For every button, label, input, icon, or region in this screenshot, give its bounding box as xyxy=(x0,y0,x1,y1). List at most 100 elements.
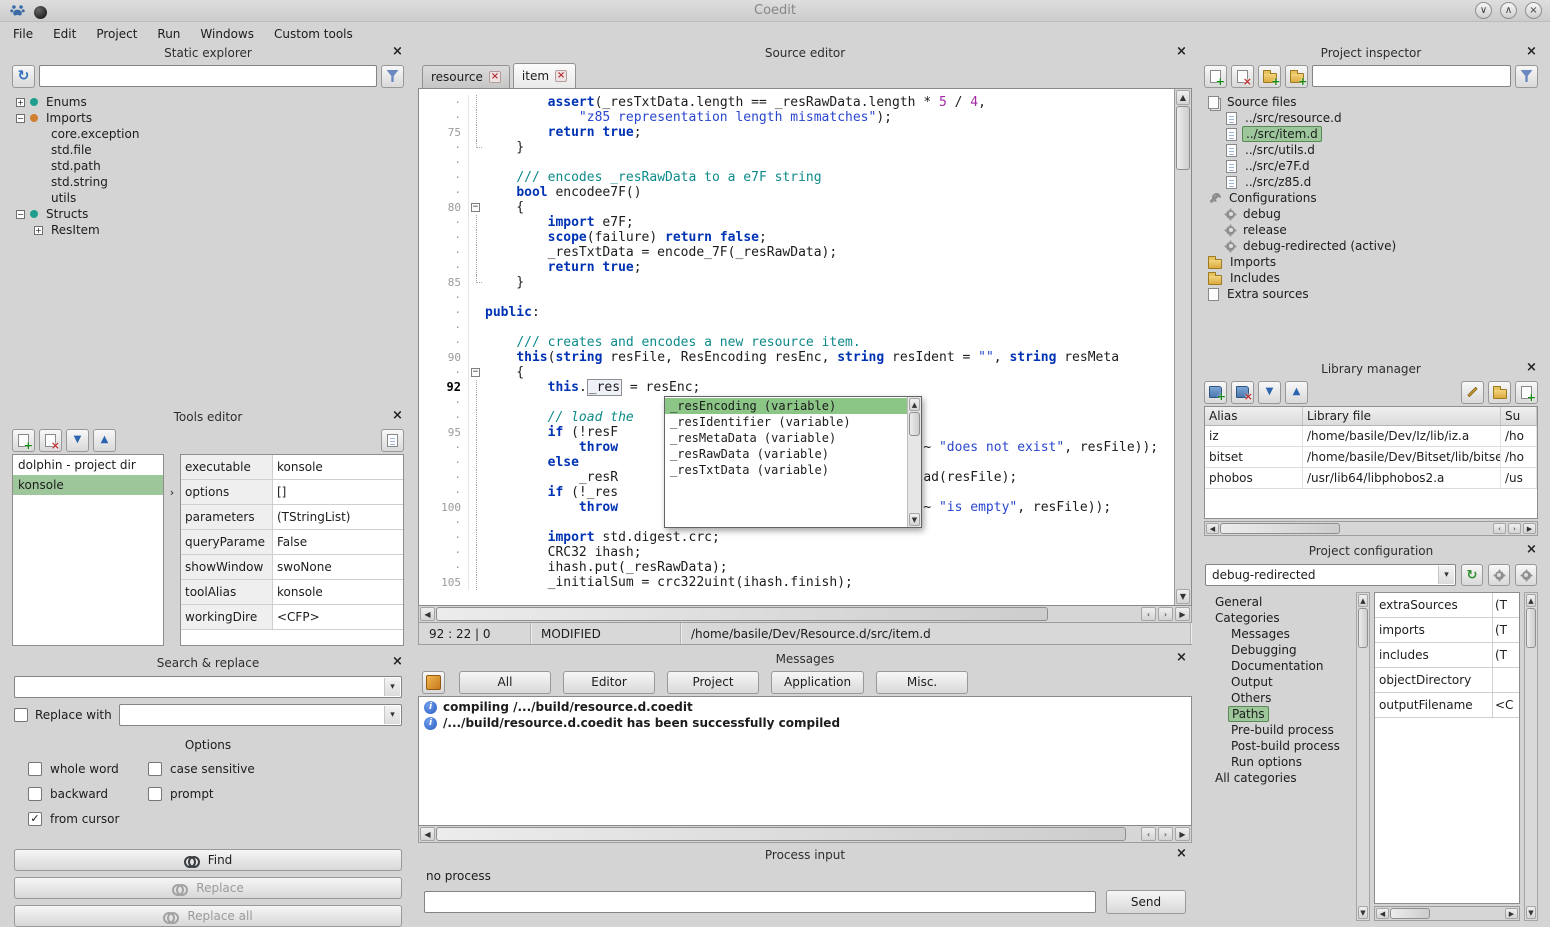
scroll-right-icon[interactable]: ▶ xyxy=(1175,827,1190,841)
config-category-row[interactable]: All categories xyxy=(1206,770,1352,786)
search-option-case-sensitive[interactable]: case sensitive xyxy=(148,762,402,776)
close-panel-icon[interactable]: × xyxy=(390,409,405,424)
menu-item-windows[interactable]: Windows xyxy=(191,24,263,44)
messages-horizontal-scrollbar[interactable]: ◀ ‹ › ▶ xyxy=(418,826,1192,843)
code-line[interactable]: · import e7F; xyxy=(419,215,1174,230)
config-category-row[interactable]: Pre-build process xyxy=(1206,722,1352,738)
maximize-button[interactable]: ∧ xyxy=(1500,2,1517,19)
add-folder-button[interactable] xyxy=(1258,65,1281,88)
code-line[interactable]: · } xyxy=(419,140,1174,155)
library-horizontal-scrollbar[interactable]: ◀ ‹ › ▶ xyxy=(1204,521,1538,536)
property-row[interactable]: options[] xyxy=(181,480,403,505)
code-line[interactable]: · xyxy=(419,290,1174,305)
fold-collapse-icon[interactable]: − xyxy=(471,368,480,377)
nudge-left-icon[interactable]: ‹ xyxy=(1141,607,1156,621)
inspector-tree-row[interactable]: ../src/resource.d xyxy=(1200,110,1542,126)
fold-collapse-icon[interactable]: − xyxy=(471,203,480,212)
inspector-tree-row[interactable]: ../src/z85.d xyxy=(1200,174,1542,190)
config-category-row[interactable]: Messages xyxy=(1206,626,1352,642)
property-value[interactable]: False xyxy=(273,530,403,554)
close-panel-icon[interactable]: × xyxy=(1174,847,1189,862)
property-row[interactable]: parameters(TStringList) xyxy=(181,505,403,530)
nudge-right-icon[interactable]: › xyxy=(1508,523,1521,534)
messages-filter-all[interactable]: All xyxy=(459,671,551,694)
scrollbar-thumb[interactable] xyxy=(436,827,1126,841)
config-category-row[interactable]: Debugging xyxy=(1206,642,1352,658)
scroll-left-icon[interactable]: ◀ xyxy=(420,827,435,841)
code-line[interactable]: 90 this(string resFile, ResEncoding resE… xyxy=(419,350,1174,365)
editor-viewport[interactable]: · assert(_resTxtData.length == _resRawDa… xyxy=(418,88,1192,606)
menu-item-edit[interactable]: Edit xyxy=(44,24,85,44)
code-line[interactable]: · xyxy=(419,155,1174,170)
inspector-filter-input[interactable] xyxy=(1312,65,1511,87)
code-line[interactable]: ·public: xyxy=(419,305,1174,320)
code-line[interactable]: · bool encodee7F() xyxy=(419,185,1174,200)
send-button[interactable]: Send xyxy=(1106,890,1186,914)
checkbox-icon[interactable] xyxy=(28,762,42,776)
scrollbar-thumb[interactable] xyxy=(909,412,920,436)
explorer-tree-row[interactable]: std.string xyxy=(8,174,408,190)
messages-filter-project[interactable]: Project xyxy=(667,671,759,694)
replace-button[interactable]: Replace xyxy=(14,877,402,899)
tree-expander-icon[interactable]: + xyxy=(34,226,43,235)
completion-item[interactable]: _resMetaData (variable) xyxy=(665,430,907,446)
checkbox-icon[interactable]: ✓ xyxy=(28,812,42,826)
library-row[interactable]: iz/home/basile/Dev/Iz/lib/iz.a/ho xyxy=(1205,426,1537,447)
explorer-tree-row[interactable]: +ResItem xyxy=(8,222,408,238)
close-panel-icon[interactable]: × xyxy=(1174,45,1189,60)
library-row[interactable]: phobos/usr/lib64/libphobos2.a/us xyxy=(1205,468,1537,489)
editor-horizontal-scrollbar[interactable]: ◀ ‹ › ▶ xyxy=(418,606,1192,623)
code-line[interactable]: · return true; xyxy=(419,260,1174,275)
explorer-tree-row[interactable]: −Imports xyxy=(8,110,408,126)
explorer-tree-row[interactable]: std.path xyxy=(8,158,408,174)
clear-messages-button[interactable] xyxy=(422,671,445,694)
config-property-row[interactable]: includes(T xyxy=(1375,643,1519,668)
add-source-button[interactable] xyxy=(1204,65,1227,88)
scroll-up-icon[interactable]: ▲ xyxy=(1358,594,1368,607)
config-property-row[interactable]: objectDirectory xyxy=(1375,668,1519,693)
explorer-tree-row[interactable]: −Structs xyxy=(8,206,408,222)
code-line[interactable]: 85 } xyxy=(419,275,1174,290)
config-category-row[interactable]: Run options xyxy=(1206,754,1352,770)
window-menu-button[interactable] xyxy=(34,6,47,19)
property-value[interactable]: (T xyxy=(1493,643,1519,667)
property-row[interactable]: executablekonsole xyxy=(181,455,403,480)
close-panel-icon[interactable]: × xyxy=(1524,361,1539,376)
scroll-left-icon[interactable]: ◀ xyxy=(1206,523,1219,534)
sync-configurations-button[interactable]: ↻ xyxy=(1461,564,1483,586)
nudge-left-icon[interactable]: ‹ xyxy=(1493,523,1506,534)
tree-expander-icon[interactable]: − xyxy=(16,210,25,219)
nudge-right-icon[interactable]: › xyxy=(1158,827,1173,841)
code-line[interactable]: · import std.digest.crc; xyxy=(419,530,1174,545)
property-value[interactable]: (TStringList) xyxy=(273,505,403,529)
property-value[interactable]: konsole xyxy=(273,455,403,479)
code-line[interactable]: · xyxy=(419,320,1174,335)
code-line[interactable]: · assert(_resTxtData.length == _resRawDa… xyxy=(419,95,1174,110)
inspector-tree-row[interactable]: Extra sources xyxy=(1200,286,1542,302)
remove-tool-button[interactable] xyxy=(39,429,62,452)
property-value[interactable]: konsole xyxy=(273,580,403,604)
inspector-tree-row[interactable]: debug-redirected (active) xyxy=(1200,238,1542,254)
property-value[interactable]: (T xyxy=(1493,593,1519,617)
property-value[interactable]: swoNone xyxy=(273,555,403,579)
filter-button[interactable] xyxy=(381,65,404,88)
property-value[interactable]: <C xyxy=(1493,693,1519,717)
close-tab-icon[interactable]: × xyxy=(555,70,567,82)
config-category-row[interactable]: Output xyxy=(1206,674,1352,690)
checkbox-icon[interactable] xyxy=(148,787,162,801)
tree-expander-icon[interactable]: − xyxy=(16,114,25,123)
filter-button[interactable] xyxy=(1515,65,1538,88)
close-panel-icon[interactable]: × xyxy=(1524,543,1539,558)
library-column-header[interactable]: Alias xyxy=(1205,407,1303,425)
nudge-left-icon[interactable]: ‹ xyxy=(1141,827,1156,841)
close-panel-icon[interactable]: × xyxy=(1524,45,1539,60)
close-panel-icon[interactable]: × xyxy=(1174,651,1189,666)
scroll-right-icon[interactable]: ▶ xyxy=(1175,607,1190,621)
add-configuration-button[interactable] xyxy=(1515,564,1537,586)
grid-horizontal-scrollbar[interactable]: ◀ ▶ xyxy=(1374,906,1520,921)
replace-all-button[interactable]: Replace all xyxy=(14,905,402,927)
config-category-row[interactable]: Post-build process xyxy=(1206,738,1352,754)
close-button[interactable]: × xyxy=(1525,2,1542,19)
close-panel-icon[interactable]: × xyxy=(390,655,405,670)
scroll-up-icon[interactable]: ▲ xyxy=(1526,594,1536,607)
